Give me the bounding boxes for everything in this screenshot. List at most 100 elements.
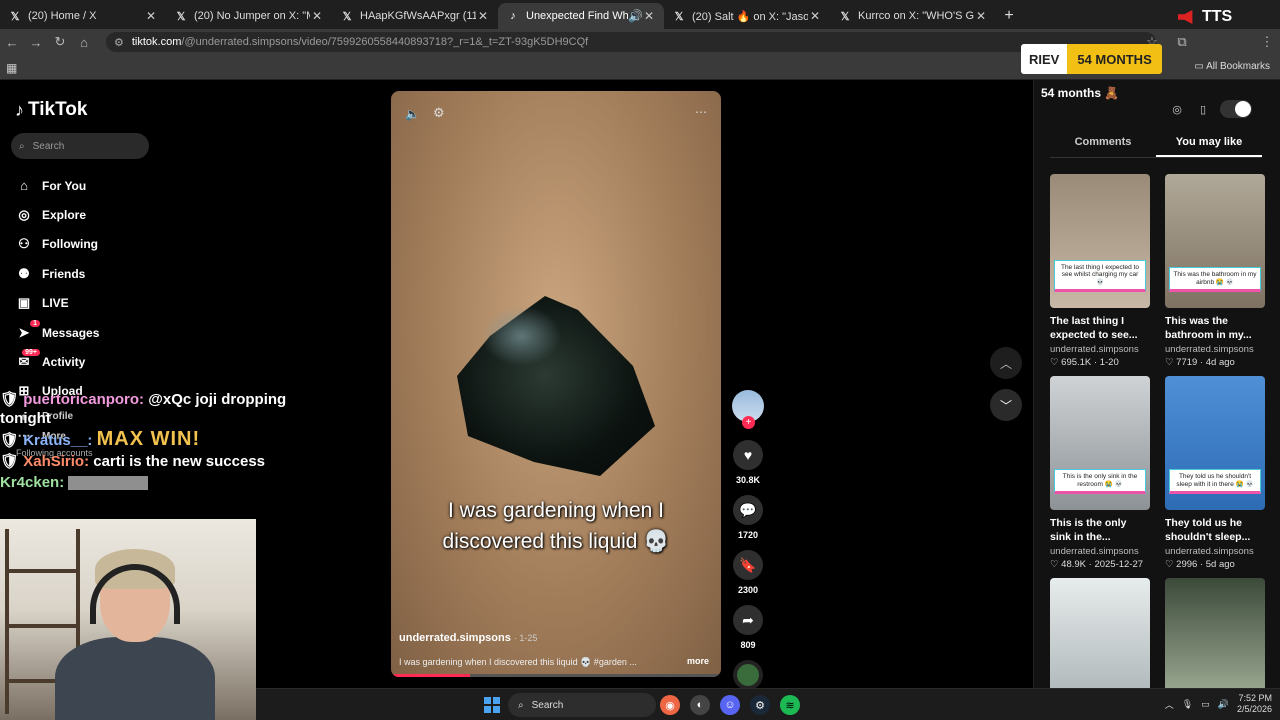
compass-icon[interactable]: ◎ <box>1168 100 1186 118</box>
extensions-icon[interactable]: ⧉ <box>1170 34 1194 50</box>
previous-video-button[interactable]: ︿ <box>990 347 1022 379</box>
settings-icon[interactable]: ⚙ <box>433 105 445 121</box>
comment-icon[interactable]: 💬 <box>733 495 763 525</box>
bookmark-icon[interactable]: 🔖 <box>733 550 763 580</box>
video-thumbnail[interactable]: The last thing I expected to see whilst … <box>1050 174 1150 308</box>
chrome-icon[interactable]: ◉ <box>660 695 680 715</box>
video-progress-bar[interactable] <box>391 674 721 677</box>
microphone-icon[interactable]: 🎙 <box>1182 699 1193 710</box>
browser-tab[interactable]: 𝕏 Kurrco on X: "WHO'S GETTING✕ <box>830 3 996 29</box>
more-button[interactable]: more <box>687 656 709 666</box>
close-icon[interactable]: ✕ <box>310 9 324 23</box>
url-host: tiktok.com <box>131 36 182 48</box>
search-input[interactable]: ⌕ Search <box>11 133 149 159</box>
obs-icon[interactable]: ◐ <box>690 695 710 715</box>
video-card[interactable]: This was the bathroom in my airbnb 😭 💀 T… <box>1165 174 1265 368</box>
sidebar-item-friends[interactable]: ⚉ Friends <box>16 259 99 288</box>
steam-icon[interactable]: ⚙ <box>750 695 770 715</box>
browser-tab[interactable]: 𝕏 (20) Salt 🔥 on X: "Jasonthewe✕ <box>664 3 830 29</box>
video-description: I was gardening when I discovered this l… <box>399 657 637 667</box>
sidebar-item-for-you[interactable]: ⌂ For You <box>16 171 99 200</box>
new-tab-button[interactable]: + <box>996 3 1022 29</box>
volume-icon[interactable]: 🔈 <box>405 107 420 121</box>
close-icon[interactable]: ✕ <box>642 9 656 23</box>
video-thumbnail[interactable]: This is the only sink in the restroom 😭 … <box>1050 376 1150 510</box>
chat-message: 🛡 puertoricanporo: @xQc joji dropping to… <box>0 390 300 428</box>
card-date: 4d ago <box>1205 357 1235 368</box>
like-action[interactable]: ♥ 30.8K <box>730 440 766 485</box>
theme-toggle[interactable] <box>1220 100 1252 118</box>
sidebar-item-following[interactable]: ⚇ Following <box>16 230 99 259</box>
sidebar-item-activity[interactable]: ✉ 99+ Activity <box>16 347 99 376</box>
card-date: 5d ago <box>1205 559 1235 570</box>
close-icon[interactable]: ✕ <box>476 9 490 23</box>
share-action[interactable]: ➦ 809 <box>730 605 766 650</box>
speaker-icon[interactable]: 🔊 <box>628 9 643 23</box>
tab-you-may-like[interactable]: You may like <box>1156 136 1262 157</box>
phone-icon[interactable]: ▯ <box>1194 100 1212 118</box>
tiktok-icon: ♪ <box>15 99 24 120</box>
heart-icon: ♡ <box>1050 357 1062 368</box>
monitor-icon[interactable]: ▭ <box>1201 699 1210 710</box>
clock[interactable]: 7:52 PM 2/5/2026 <box>1237 693 1272 715</box>
share-icon[interactable]: ➦ <box>733 605 763 635</box>
video-card[interactable]: This is the only sink in the restroom 😭 … <box>1050 376 1150 570</box>
more-options-icon[interactable]: ⋯ <box>695 105 707 119</box>
video-author[interactable]: underrated.simpsons · 1-25 <box>399 632 537 644</box>
thumbnail-caption: This is the only sink in the restroom 😭 … <box>1054 469 1146 494</box>
discord-icon[interactable]: ☺ <box>720 695 740 715</box>
chevron-up-icon[interactable]: ︿ <box>1165 698 1174 711</box>
sidebar-item-explore[interactable]: ◎ Explore <box>16 200 99 229</box>
browser-tab[interactable]: 𝕏 (20) No Jumper on X: "Mark Zu✕ <box>166 3 332 29</box>
creator-avatar[interactable]: + <box>732 390 764 429</box>
address-bar[interactable]: ⚙ tiktok.com/@underrated.simpsons/video/… <box>106 32 1156 52</box>
sidebar-item-live[interactable]: ▣ LIVE <box>16 289 99 318</box>
sidebar-item-label: Activity <box>42 355 86 370</box>
speaker-icon[interactable]: 🔊 <box>1218 699 1229 710</box>
close-icon[interactable]: ✕ <box>144 9 158 23</box>
tab-comments[interactable]: Comments <box>1050 136 1156 157</box>
right-panel: 54 months 🧸 ◎ ▯ Comments You may like Th… <box>1033 80 1280 712</box>
all-bookmarks-button[interactable]: ▭ All Bookmarks <box>1194 61 1270 72</box>
music-disc-icon[interactable] <box>733 660 763 690</box>
live-icon: ▣ <box>17 295 31 311</box>
apps-grid-icon[interactable]: ▦ <box>6 61 17 75</box>
next-video-button[interactable]: ﹀ <box>990 389 1022 421</box>
browser-tab[interactable]: 𝕏 (20) Home / X ✕ <box>0 3 166 29</box>
save-action[interactable]: 🔖 2300 <box>730 550 766 595</box>
close-icon[interactable]: ✕ <box>808 9 822 23</box>
video-thumbnail[interactable]: This was the bathroom in my airbnb 😭 💀 <box>1165 174 1265 308</box>
site-info-icon[interactable]: ⚙ <box>114 36 124 49</box>
video-card[interactable]: They told us he shouldn't sleep with it … <box>1165 376 1265 570</box>
heart-icon: ♡ <box>1165 357 1177 368</box>
video-thumbnail[interactable]: They told us he shouldn't sleep with it … <box>1165 376 1265 510</box>
riev-months: 54 MONTHS <box>1067 44 1162 74</box>
windows-start-icon[interactable] <box>484 697 500 713</box>
tiktok-logo[interactable]: ♪ TikTok <box>15 99 87 121</box>
video-card[interactable]: The last thing I expected to see whilst … <box>1050 174 1150 368</box>
menu-icon[interactable]: ⋮ <box>1255 34 1279 50</box>
spotify-icon[interactable]: ≋ <box>780 695 800 715</box>
back-icon[interactable]: ← <box>0 35 24 50</box>
heart-icon[interactable]: ♥ <box>733 440 763 470</box>
comment-action[interactable]: 💬 1720 <box>730 495 766 540</box>
video-player[interactable]: 🔈 ⚙ ⋯ I was gardening when I discovered … <box>391 91 721 677</box>
streamer-image <box>45 549 215 720</box>
taskbar-search[interactable]: ⌕ Search <box>508 693 656 717</box>
close-icon[interactable]: ✕ <box>974 9 988 23</box>
browser-tab-active[interactable]: ♪ Unexpected Find While Ga🔊✕ <box>498 3 664 29</box>
forward-icon[interactable]: → <box>24 35 48 50</box>
activity-icon: ✉ 99+ <box>16 349 40 370</box>
browser-tab[interactable]: 𝕏 HAapKGfWsAAPxgr (1196×737)✕ <box>332 3 498 29</box>
all-bookmarks-label: All Bookmarks <box>1206 61 1270 72</box>
chat-badge-icon: 🛡 <box>0 432 24 449</box>
system-tray: ︿ 🎙 ▭ 🔊 7:52 PM 2/5/2026 <box>1165 693 1272 715</box>
follow-plus-icon[interactable]: + <box>742 416 755 429</box>
home-icon[interactable]: ⌂ <box>72 35 96 50</box>
chat-text: MAX WIN! <box>96 428 201 450</box>
reload-icon[interactable]: ↻ <box>48 34 72 50</box>
chat-username: puertoricanporo: <box>23 391 145 408</box>
card-meta: ♡ 2996 · 5d ago <box>1165 559 1235 570</box>
sidebar-item-messages[interactable]: ➤ 1 Messages <box>16 318 99 347</box>
save-count: 2300 <box>737 585 759 595</box>
